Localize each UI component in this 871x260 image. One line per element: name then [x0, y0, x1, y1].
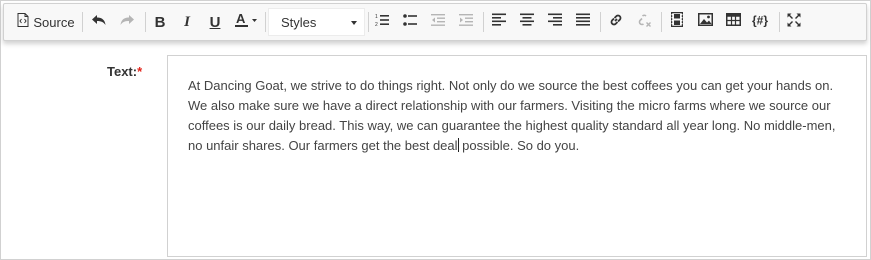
align-left-button[interactable]	[488, 8, 510, 36]
toolbar-separator	[661, 12, 662, 32]
link-icon	[608, 12, 624, 33]
table-icon	[725, 13, 741, 31]
numbered-list-icon: 12	[375, 13, 389, 32]
editor-text-after-cursor: possible. So do you.	[458, 138, 580, 153]
svg-text:{#}: {#}	[752, 13, 768, 27]
svg-text:2: 2	[375, 22, 378, 27]
required-mark: *	[137, 64, 143, 79]
toolbar-separator	[600, 12, 601, 32]
toolbar-separator	[82, 12, 83, 32]
source-label: Source	[33, 14, 75, 30]
maximize-icon	[787, 13, 801, 32]
increase-indent-icon	[459, 13, 473, 32]
redo-button[interactable]	[116, 8, 138, 36]
styles-dropdown[interactable]: Styles	[268, 8, 365, 36]
redo-icon	[119, 13, 135, 32]
svg-text:A: A	[236, 12, 246, 26]
source-button[interactable]: Source	[14, 8, 78, 36]
underline-button[interactable]: U	[204, 8, 226, 36]
undo-icon	[91, 13, 107, 32]
video-button[interactable]	[666, 8, 688, 36]
unlink-icon	[636, 12, 652, 33]
field-label-text: Text:	[107, 64, 138, 79]
align-center-icon	[520, 13, 534, 31]
bulleted-list-icon	[403, 13, 417, 32]
decrease-indent-icon	[431, 13, 445, 32]
justify-button[interactable]	[572, 8, 594, 36]
align-center-button[interactable]	[516, 8, 538, 36]
styles-value: Styles	[281, 14, 317, 30]
macro-icon: {#}	[752, 13, 770, 32]
justify-icon	[576, 13, 590, 31]
bold-button[interactable]: B	[149, 8, 171, 36]
toolbar-separator	[483, 12, 484, 32]
toolbar-separator	[368, 12, 369, 32]
text-color-button[interactable]: A	[232, 8, 262, 36]
link-button[interactable]	[605, 8, 627, 36]
rich-text-editor[interactable]: At Dancing Goat, we strive to do things …	[167, 55, 867, 257]
decrease-indent-button[interactable]	[427, 8, 449, 36]
text-color-icon: A	[235, 11, 259, 33]
editor-paragraph[interactable]: At Dancing Goat, we strive to do things …	[188, 76, 848, 156]
italic-button[interactable]: I	[176, 8, 198, 36]
toolbar-separator	[779, 12, 780, 32]
maximize-button[interactable]	[783, 8, 805, 36]
unlink-button[interactable]	[633, 8, 655, 36]
toolbar-separator	[145, 12, 146, 32]
undo-button[interactable]	[88, 8, 110, 36]
italic-icon: I	[184, 13, 190, 30]
underline-icon: U	[209, 13, 221, 31]
bold-icon: B	[154, 13, 166, 31]
image-icon	[697, 13, 713, 31]
macro-button[interactable]: {#}	[749, 8, 773, 36]
chevron-down-icon	[351, 21, 357, 25]
image-button[interactable]	[694, 8, 716, 36]
align-right-button[interactable]	[544, 8, 566, 36]
source-icon	[17, 12, 29, 32]
table-button[interactable]	[722, 8, 744, 36]
align-right-icon	[548, 13, 562, 31]
video-icon	[670, 11, 684, 32]
toolbar-separator	[265, 12, 266, 32]
align-left-icon	[492, 13, 506, 31]
svg-text:1: 1	[375, 14, 378, 20]
editor-toolbar: Source B I U A Styles 12 {#}	[3, 3, 867, 41]
numbered-list-button[interactable]: 12	[371, 8, 393, 36]
increase-indent-button[interactable]	[455, 8, 477, 36]
bulleted-list-button[interactable]	[399, 8, 421, 36]
field-label: Text:*	[107, 64, 142, 79]
